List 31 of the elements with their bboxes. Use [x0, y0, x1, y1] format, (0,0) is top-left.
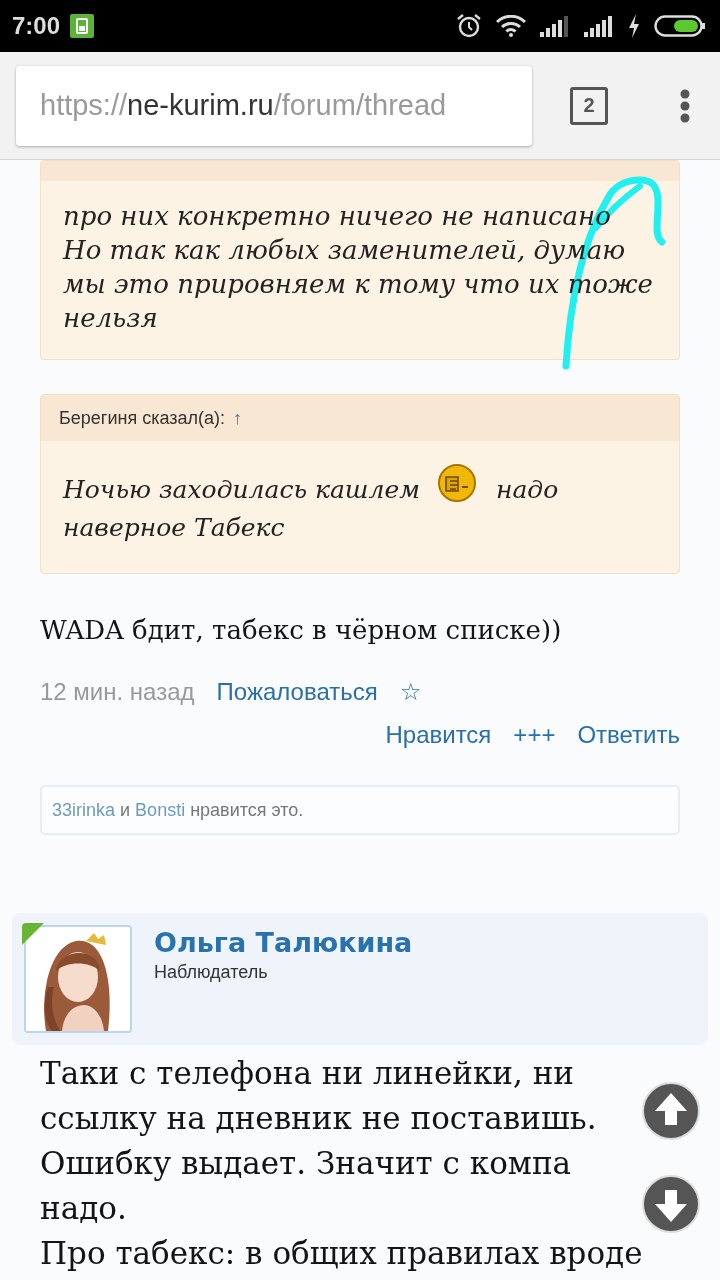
signal-icon	[584, 15, 614, 37]
action-link[interactable]: Ответить	[577, 717, 680, 753]
signal-icon	[540, 15, 570, 37]
user-role: Наблюдатель	[154, 962, 269, 983]
post-text: WADA бдит, табекс в чёрном списке))	[40, 614, 563, 647]
wifi-icon	[496, 15, 526, 37]
likes-text: 33irinka и Bonsti нравится это.	[52, 799, 304, 821]
post-text: Про табекс: в общих правилах вроде	[40, 1234, 644, 1273]
emoji-icon	[435, 463, 478, 503]
bookmark-button[interactable]: ☆	[399, 674, 422, 710]
author-name[interactable]: Ольга Талюкина	[154, 927, 413, 958]
action-link[interactable]: Нравится	[385, 717, 492, 753]
charging-icon	[628, 14, 640, 38]
post-time: 12 мин. назад	[40, 677, 195, 707]
user-link[interactable]: 33irinka	[52, 799, 116, 820]
report-link[interactable]: Пожаловаться	[216, 674, 378, 710]
tab-count-button[interactable]: 2	[570, 86, 608, 125]
scroll-down-button[interactable]	[641, 1174, 701, 1234]
quote-text: Ночью заходилась кашлем надо наверное Табекс	[41, 441, 679, 573]
scroll-up-button[interactable]	[641, 1081, 701, 1141]
user-link[interactable]: Bonsti	[135, 799, 186, 820]
jump-link[interactable]: ↑	[233, 407, 242, 429]
menu-icon[interactable]	[680, 88, 690, 123]
battery-saver-icon	[70, 14, 95, 38]
clock-time: 7:00	[12, 12, 61, 40]
battery-icon	[654, 14, 706, 38]
post-text: Таки с телефона ни линейки, ни ссылку на дневник не поставишь. Ошибку выдает. Значит с компа надо.	[40, 1054, 598, 1228]
quote-author: Берегиня сказал(а):	[59, 407, 225, 429]
alarm-icon	[456, 13, 482, 39]
url-field[interactable]: https://ne-kurim.ru/forum/thread	[16, 65, 532, 146]
action-link[interactable]: +++	[513, 717, 556, 753]
